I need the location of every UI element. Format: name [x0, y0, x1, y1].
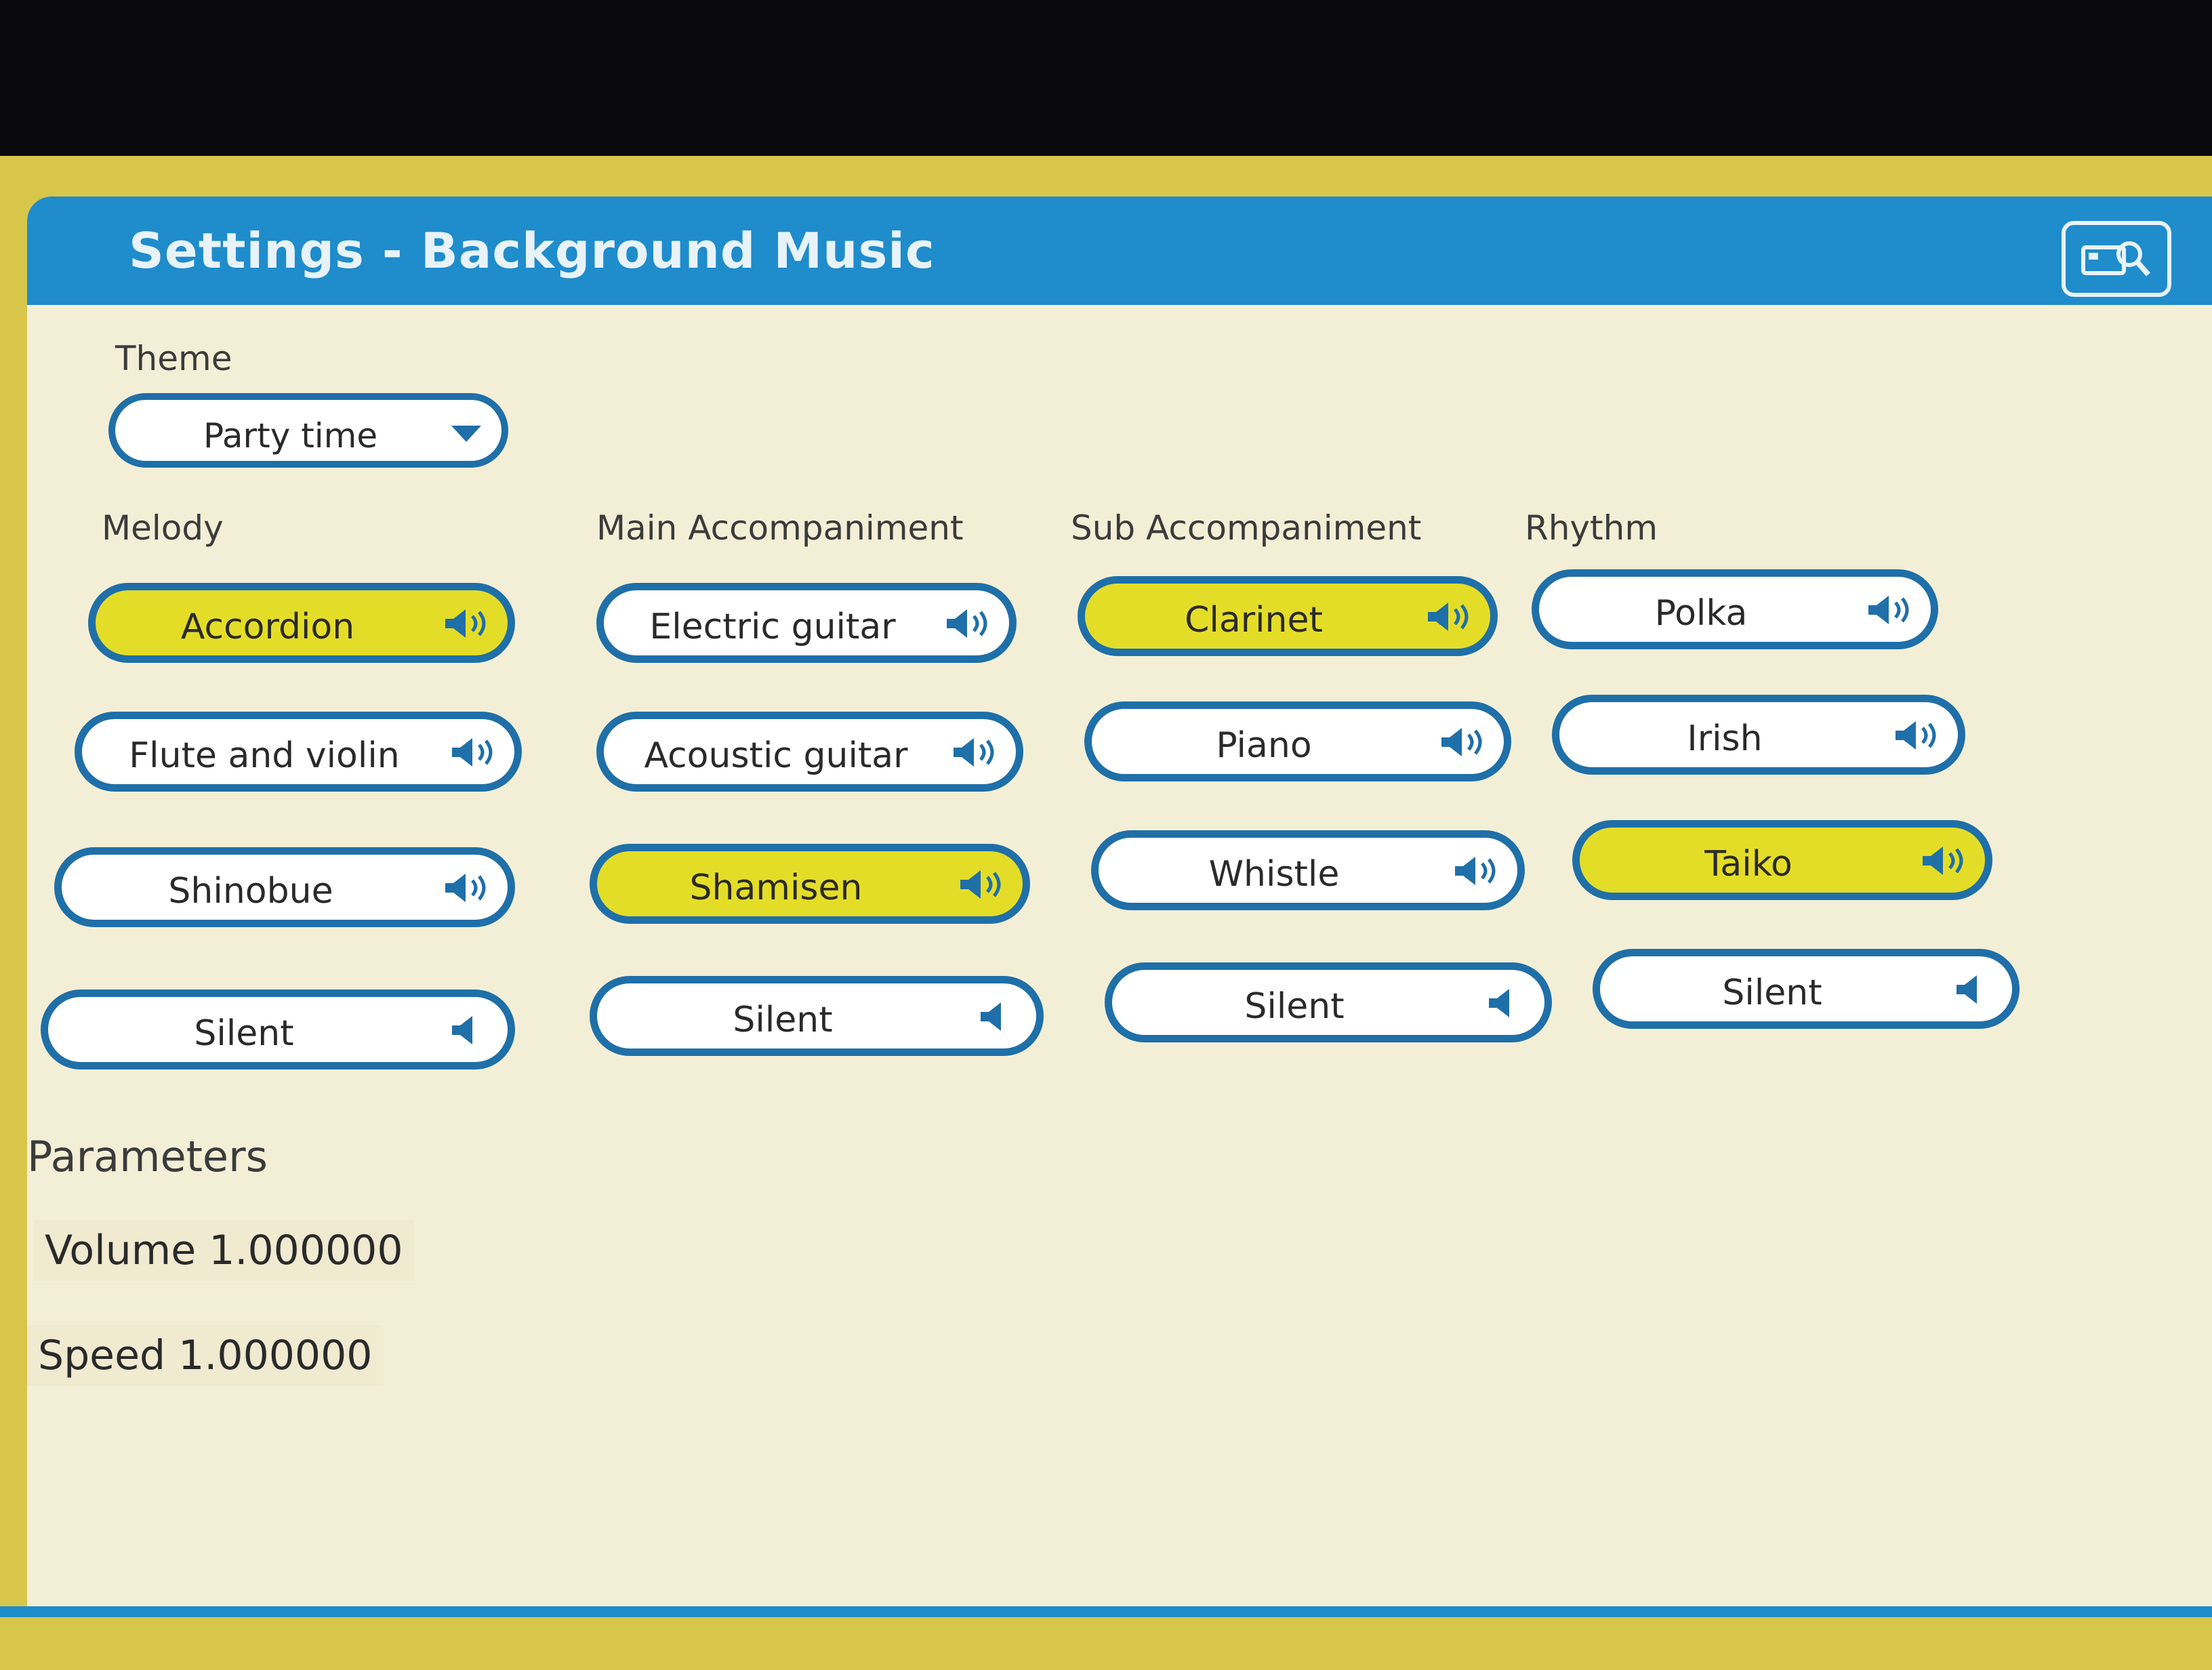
option-label: Irish [1687, 718, 1763, 759]
main-accompaniment-option-acoustic-guitar[interactable]: Acoustic guitar [596, 712, 1023, 792]
speaker-sound-icon [1428, 603, 1469, 631]
speaker-sound-icon [1923, 847, 1963, 875]
option-label: Accordion [180, 607, 355, 647]
speaker-muted-icon [1489, 989, 1509, 1017]
speaker-sound-icon [1896, 721, 1936, 750]
option-label: Silent [733, 1000, 833, 1040]
option-label: Piano [1216, 725, 1312, 766]
volume-value[interactable]: Volume 1.000000 [34, 1220, 414, 1281]
speaker-sound-icon [1455, 857, 1496, 885]
speaker-sound-icon [1868, 596, 1909, 624]
rhythm-option-irish[interactable]: Irish [1552, 695, 1965, 775]
dialog-title: Settings - Background Music [129, 222, 935, 279]
rhythm-option-taiko[interactable]: Taiko [1572, 820, 1992, 900]
theme-dropdown[interactable]: Party time [108, 393, 508, 468]
column-label-rhythm: Rhythm [1525, 508, 1658, 548]
option-label: Polka [1654, 593, 1748, 634]
rhythm-option-polka[interactable]: Polka [1532, 569, 1938, 649]
theme-label: Theme [115, 339, 232, 378]
screen-bottom-border [0, 1606, 2212, 1670]
option-label: Silent [194, 1013, 294, 1054]
speaker-sound-icon [960, 870, 1001, 899]
main-accompaniment-option-silent[interactable]: Silent [590, 976, 1044, 1056]
speaker-sound-icon [445, 609, 486, 638]
sub-accompaniment-option-clarinet[interactable]: Clarinet [1078, 576, 1498, 656]
option-label: Acoustic guitar [644, 735, 908, 776]
settings-dialog: Settings - Background Music Theme Party … [27, 197, 2212, 1606]
screenshot-button[interactable] [2062, 221, 2171, 297]
sub-accompaniment-option-silent[interactable]: Silent [1105, 962, 1552, 1042]
speaker-sound-icon [954, 738, 994, 767]
speed-value[interactable]: Speed 1.000000 [27, 1325, 384, 1386]
parameters-label: Parameters [27, 1132, 268, 1181]
column-label-sub-accompaniment: Sub Accompaniment [1071, 508, 1422, 548]
chevron-down-icon [451, 426, 481, 442]
sub-accompaniment-option-piano[interactable]: Piano [1084, 701, 1511, 781]
speaker-sound-icon [445, 874, 486, 902]
speaker-muted-icon [452, 1016, 472, 1044]
rhythm-option-silent[interactable]: Silent [1593, 949, 2020, 1029]
sub-accompaniment-option-whistle[interactable]: Whistle [1091, 830, 1525, 910]
melody-option-accordion[interactable]: Accordion [88, 583, 515, 663]
melody-option-shinobue[interactable]: Shinobue [54, 847, 515, 927]
device-screen: Settings - Background Music Theme Party … [0, 156, 2212, 1670]
title-bar: Settings - Background Music [27, 197, 2212, 305]
option-label: Taiko [1704, 844, 1793, 884]
main-accompaniment-option-shamisen[interactable]: Shamisen [590, 844, 1030, 924]
speaker-muted-icon [981, 1002, 1001, 1031]
speaker-muted-icon [1957, 975, 1977, 1004]
option-label: Clarinet [1185, 600, 1323, 640]
speaker-sound-icon [452, 738, 493, 767]
camera-search-icon [2081, 241, 2150, 277]
column-label-main-accompaniment: Main Accompaniment [596, 508, 964, 548]
option-label: Silent [1722, 973, 1822, 1013]
option-label: Shinobue [168, 871, 333, 912]
option-label: Flute and violin [129, 735, 400, 776]
option-label: Silent [1244, 986, 1345, 1027]
melody-option-flute-and-violin[interactable]: Flute and violin [75, 712, 522, 792]
melody-option-silent[interactable]: Silent [41, 990, 515, 1070]
option-label: Electric guitar [649, 607, 896, 647]
speaker-sound-icon [947, 609, 987, 638]
speaker-sound-icon [1441, 728, 1482, 756]
main-accompaniment-option-electric-guitar[interactable]: Electric guitar [596, 583, 1017, 663]
column-label-melody: Melody [102, 508, 224, 548]
theme-dropdown-value: Party time [203, 416, 378, 455]
option-label: Shamisen [689, 868, 863, 908]
option-label: Whistle [1208, 854, 1340, 895]
